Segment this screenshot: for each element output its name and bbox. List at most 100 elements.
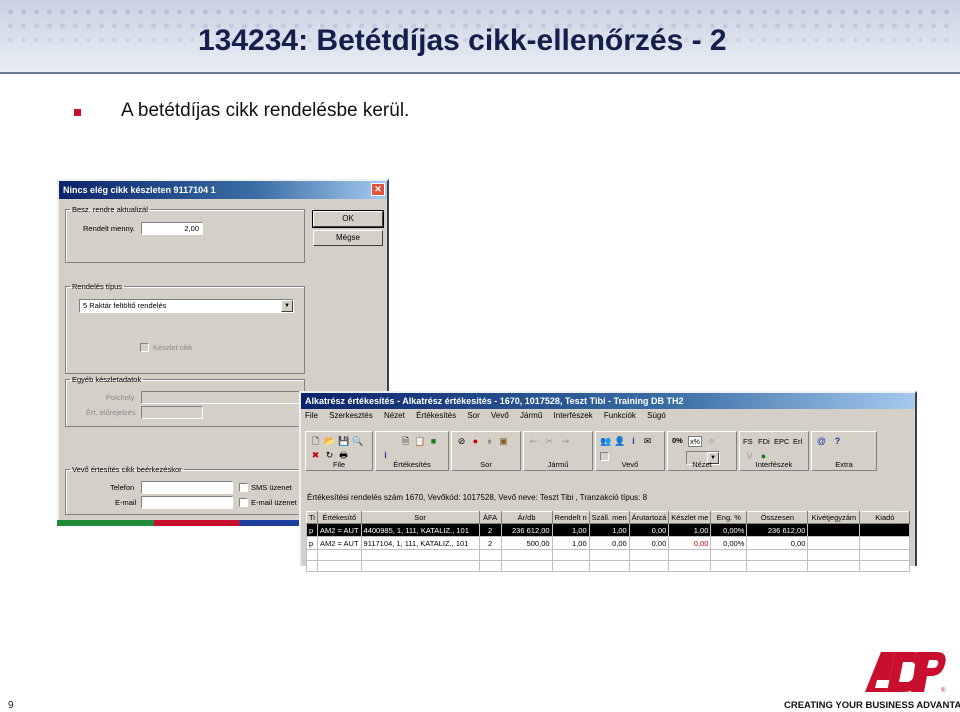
toolbar-group-view-label: Nézet bbox=[692, 460, 712, 469]
cell-type: p bbox=[306, 536, 318, 550]
phone-field[interactable] bbox=[141, 481, 233, 494]
toolbar-group-sales-label: Értékesítés bbox=[393, 460, 431, 469]
interface-erl-button[interactable]: Erl bbox=[793, 437, 802, 446]
toolbar-group-vehicle: ⇜ ✂ ⇝ Jármű bbox=[523, 431, 593, 471]
find-icon[interactable]: 🔍 bbox=[352, 436, 363, 447]
col-unit-price-header[interactable]: Ár/db bbox=[500, 511, 553, 524]
col-issuer-header[interactable]: Kiadó bbox=[859, 511, 911, 524]
toolbar-group-line-label: Sor bbox=[480, 460, 492, 469]
close-button[interactable]: ✕ bbox=[371, 183, 385, 196]
cell-ordered: 1,00 bbox=[551, 536, 590, 550]
chevron-down-icon[interactable]: ▼ bbox=[281, 300, 293, 312]
help-icon[interactable]: ? bbox=[832, 436, 843, 447]
open-icon[interactable]: 📂 bbox=[324, 436, 335, 447]
col-ordered-header[interactable]: Rendelt n bbox=[551, 511, 590, 524]
dialog-title: Nincs elég cikk készleten 9117104 1 bbox=[63, 185, 216, 195]
col-stock-header[interactable]: Készlet me bbox=[668, 511, 712, 524]
customers-icon[interactable]: 👥 bbox=[600, 436, 611, 447]
menu-line[interactable]: Sor bbox=[467, 411, 479, 420]
tool-icon[interactable]: ✂ bbox=[544, 436, 555, 447]
customer-icon[interactable]: 👤 bbox=[614, 436, 625, 447]
toolbar: 🗋 📂 💾 🔍 ✖ ↻ 🖶 File 🗎 📋 ■ i Értékesítés ⊘… bbox=[305, 431, 915, 473]
stamp-icon[interactable]: ■ bbox=[428, 436, 439, 447]
col-vat-header[interactable]: ÁFA bbox=[478, 511, 502, 524]
table-row[interactable]: p AM2 = AUT 9117104, 1, 111, KATALIZ., 1… bbox=[306, 536, 911, 550]
ok-button[interactable]: OK bbox=[312, 210, 384, 228]
cell-type: p bbox=[306, 523, 318, 537]
col-salesperson-header[interactable]: Értékesítő bbox=[316, 511, 362, 524]
cell-backorder: 0,00 bbox=[628, 523, 670, 537]
stock-item-checkbox[interactable] bbox=[140, 343, 149, 352]
menu-customer[interactable]: Vevő bbox=[491, 411, 509, 420]
report-icon[interactable]: 📋 bbox=[414, 436, 425, 447]
menu-bar: File Szerkesztés Nézet Értékesítés Sor V… bbox=[301, 409, 915, 423]
toolbar-group-customer: 👥 👤 i ✉ Vevő bbox=[595, 431, 665, 471]
cell-line: 9117104, 1, 111, KATALIZ., 101 bbox=[360, 536, 480, 550]
interface-fdi-button[interactable]: FDi bbox=[758, 437, 770, 446]
cell-backorder: 0,00 bbox=[628, 536, 670, 550]
col-total-header[interactable]: Összesen bbox=[746, 511, 809, 524]
toolbar-group-extra: @ ? Extra bbox=[811, 431, 877, 471]
cancel-button[interactable]: Mégse bbox=[313, 230, 383, 246]
table-header-row: Ti Értékesítő Sor ÁFA Ár/db Rendelt n Sz… bbox=[306, 511, 911, 524]
shelf-field[interactable] bbox=[141, 391, 301, 404]
menu-view[interactable]: Nézet bbox=[384, 411, 405, 420]
value-before-field[interactable] bbox=[141, 406, 203, 419]
table-row[interactable] bbox=[306, 549, 911, 561]
email-msg-checkbox[interactable] bbox=[239, 498, 248, 507]
discount-field[interactable]: 0% bbox=[672, 436, 683, 445]
menu-vehicle[interactable]: Jármű bbox=[520, 411, 542, 420]
menu-edit[interactable]: Szerkesztés bbox=[329, 411, 373, 420]
table-row[interactable] bbox=[306, 560, 911, 572]
col-discount-header[interactable]: Eng. % bbox=[710, 511, 748, 524]
ordered-qty-label: Rendelt menny. bbox=[83, 224, 135, 233]
vehicle-link-icon[interactable]: ⇝ bbox=[560, 436, 571, 447]
sms-checkbox[interactable] bbox=[239, 483, 248, 492]
stop-icon[interactable]: ⊘ bbox=[456, 436, 467, 447]
shelf-label: Polchely bbox=[106, 393, 135, 402]
toolbar-group-interfaces: FS FDi EPC Erl V ● Interfészek bbox=[739, 431, 809, 471]
interface-epc-button[interactable]: EPC bbox=[774, 437, 789, 446]
email-field[interactable] bbox=[141, 496, 233, 509]
menu-sales[interactable]: Értékesítés bbox=[416, 411, 456, 420]
cell-vat: 2 bbox=[478, 536, 502, 550]
menu-interfaces[interactable]: Interfészek bbox=[554, 411, 593, 420]
cell-unit-price: 236 612,00 bbox=[500, 523, 553, 537]
menu-functions[interactable]: Funkciók bbox=[604, 411, 636, 420]
vehicle-icon[interactable]: ⇜ bbox=[528, 436, 539, 447]
app-titlebar[interactable]: Alkatrész értékesítés - Alkatrész értéke… bbox=[301, 393, 915, 409]
line-swap-icon[interactable]: ♁ bbox=[484, 436, 495, 447]
stock-item-label: Készlet cikk bbox=[153, 343, 193, 352]
page-number: 9 bbox=[8, 700, 14, 711]
order-type-select[interactable]: 5 Raktár feltöltő rendelés ▼ bbox=[79, 299, 294, 313]
col-line-header[interactable]: Sor bbox=[360, 511, 480, 524]
line-color-icon[interactable]: ● bbox=[470, 436, 481, 447]
dialog-titlebar[interactable]: Nincs elég cikk készleten 9117104 1 ✕ bbox=[59, 181, 387, 199]
at-icon[interactable]: @ bbox=[816, 436, 827, 447]
cell-salesperson: AM2 = AUT bbox=[316, 536, 362, 550]
line-tools-icon[interactable]: ▣ bbox=[498, 436, 509, 447]
toolbar-group-vehicle-label: Jármű bbox=[547, 460, 569, 469]
invoice-icon[interactable]: 🗎 bbox=[400, 436, 411, 447]
col-picklist-header[interactable]: Kivétjegyzám bbox=[807, 511, 861, 524]
cell-picklist bbox=[807, 523, 861, 537]
table-row[interactable]: p AM2 = AUT 4400985, 1, 111, KATALIZ., 1… bbox=[306, 523, 911, 537]
interface-fs-button[interactable]: FS bbox=[743, 437, 753, 446]
ordered-qty-field[interactable]: 2,00 bbox=[141, 222, 203, 235]
order-info-line: Értékesítési rendelés szám 1670, Vevőkód… bbox=[307, 493, 648, 502]
toolbar-group-file: 🗋 📂 💾 🔍 ✖ ↻ 🖶 File bbox=[305, 431, 373, 471]
sum-icon[interactable]: ≑ bbox=[706, 436, 717, 447]
cell-line: 4400985, 1, 111, KATALIZ., 101 bbox=[360, 523, 480, 537]
mail-icon[interactable]: ✉ bbox=[642, 436, 653, 447]
phone-label: Telefon bbox=[110, 483, 135, 492]
col-type-header[interactable]: Ti bbox=[306, 511, 318, 524]
menu-file[interactable]: File bbox=[305, 411, 318, 420]
menu-help[interactable]: Súgó bbox=[647, 411, 666, 420]
col-delivered-header[interactable]: Száll. men bbox=[588, 511, 630, 524]
percent-icon[interactable]: x% bbox=[688, 436, 702, 447]
col-backorder-header[interactable]: Árutartozá bbox=[628, 511, 670, 524]
customer-info-icon[interactable]: i bbox=[628, 436, 639, 447]
save-icon[interactable]: 💾 bbox=[338, 436, 349, 447]
taskbar-strip bbox=[57, 520, 300, 526]
new-icon[interactable]: 🗋 bbox=[310, 436, 321, 447]
